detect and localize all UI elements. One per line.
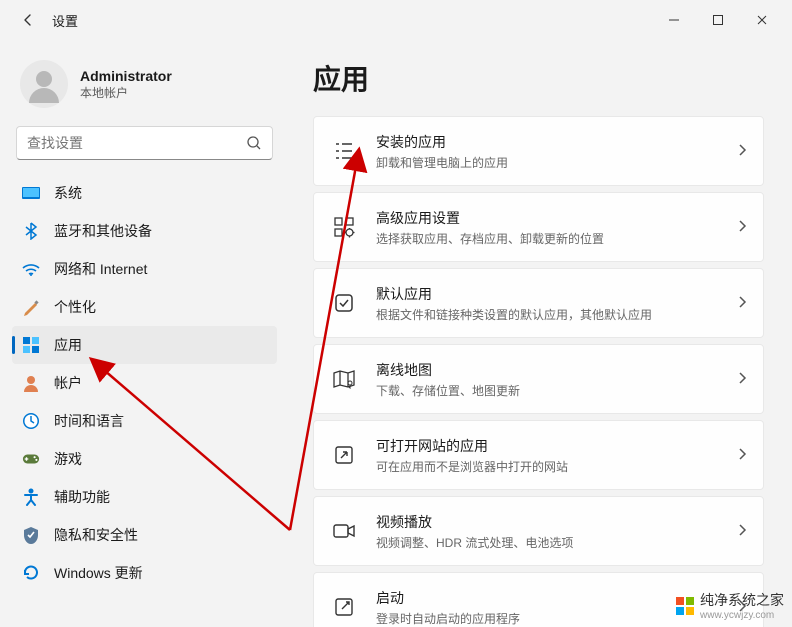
- window-controls: [652, 4, 784, 36]
- titlebar: 设置: [0, 0, 792, 40]
- sidebar-item-label: 蓝牙和其他设备: [54, 221, 152, 241]
- startup-icon: [330, 593, 358, 621]
- card-advanced[interactable]: 高级应用设置 选择获取应用、存档应用、卸载更新的位置: [313, 192, 764, 262]
- card-subtitle: 选择获取应用、存档应用、卸载更新的位置: [376, 230, 737, 247]
- chevron-right-icon: [737, 371, 747, 388]
- network-icon: [22, 260, 40, 278]
- chevron-right-icon: [737, 447, 747, 464]
- card-title: 视频播放: [376, 512, 737, 532]
- sidebar: Administrator 本地帐户 系统蓝牙和其他设备网络和 Internet…: [0, 40, 285, 627]
- sidebar-item-label: 时间和语言: [54, 411, 124, 431]
- time-icon: [22, 412, 40, 430]
- chevron-right-icon: [737, 523, 747, 540]
- maximize-button[interactable]: [696, 4, 740, 36]
- sidebar-item-system[interactable]: 系统: [12, 174, 277, 212]
- card-title: 默认应用: [376, 284, 737, 304]
- chevron-right-icon: [737, 143, 747, 160]
- apps-icon: [22, 336, 40, 354]
- sidebar-item-label: 游戏: [54, 449, 82, 469]
- sidebar-item-personalization[interactable]: 个性化: [12, 288, 277, 326]
- search-input[interactable]: [27, 135, 246, 151]
- chevron-right-icon: [737, 219, 747, 236]
- page-title: 应用: [313, 58, 764, 98]
- user-icon: [23, 63, 65, 105]
- sidebar-item-update[interactable]: Windows 更新: [12, 554, 277, 592]
- video-icon: [330, 517, 358, 545]
- card-subtitle: 下载、存储位置、地图更新: [376, 382, 737, 399]
- card-subtitle: 卸载和管理电脑上的应用: [376, 154, 737, 171]
- search-box[interactable]: [16, 126, 273, 160]
- arrow-left-icon: [20, 12, 36, 28]
- card-list: 安装的应用 卸载和管理电脑上的应用 高级应用设置 选择获取应用、存档应用、卸载更…: [313, 116, 764, 627]
- chevron-right-icon: [737, 295, 747, 312]
- nav-list: 系统蓝牙和其他设备网络和 Internet 个性化应用帐户时间和语言游戏辅助功能隐…: [12, 174, 277, 592]
- accounts-icon: [22, 374, 40, 392]
- gaming-icon: [22, 450, 40, 468]
- privacy-icon: [22, 526, 40, 544]
- window-title: 设置: [52, 11, 78, 30]
- sidebar-item-network[interactable]: 网络和 Internet: [12, 250, 277, 288]
- sidebar-item-gaming[interactable]: 游戏: [12, 440, 277, 478]
- minimize-icon: [668, 14, 680, 26]
- default-icon: [330, 289, 358, 317]
- system-icon: [22, 184, 40, 202]
- maximize-icon: [712, 14, 724, 26]
- card-subtitle: 可在应用而不是浏览器中打开的网站: [376, 458, 737, 475]
- update-icon: [22, 564, 40, 582]
- sidebar-item-label: 帐户: [54, 373, 82, 393]
- card-title: 高级应用设置: [376, 208, 737, 228]
- account-section[interactable]: Administrator 本地帐户: [12, 52, 277, 122]
- card-default[interactable]: 默认应用 根据文件和链接种类设置的默认应用，其他默认应用: [313, 268, 764, 338]
- card-installed[interactable]: 安装的应用 卸载和管理电脑上的应用: [313, 116, 764, 186]
- watermark-url: www.ycwjzy.com: [700, 610, 784, 621]
- account-name: Administrator: [80, 68, 172, 84]
- accessibility-icon: [22, 488, 40, 506]
- sidebar-item-label: 隐私和安全性: [54, 525, 138, 545]
- card-websites[interactable]: 可打开网站的应用 可在应用而不是浏览器中打开的网站: [313, 420, 764, 490]
- card-title: 可打开网站的应用: [376, 436, 737, 456]
- avatar: [20, 60, 68, 108]
- card-video[interactable]: 视频播放 视频调整、HDR 流式处理、电池选项: [313, 496, 764, 566]
- sidebar-item-label: 应用: [54, 335, 82, 355]
- installed-icon: [330, 137, 358, 165]
- sidebar-item-label: 辅助功能: [54, 487, 110, 507]
- card-title: 安装的应用: [376, 132, 737, 152]
- watermark: 纯净系统之家 www.ycwjzy.com: [676, 590, 784, 621]
- card-title: 离线地图: [376, 360, 737, 380]
- sidebar-item-privacy[interactable]: 隐私和安全性: [12, 516, 277, 554]
- sidebar-item-time[interactable]: 时间和语言: [12, 402, 277, 440]
- bluetooth-icon: [22, 222, 40, 240]
- close-icon: [756, 14, 768, 26]
- back-button[interactable]: [12, 4, 44, 36]
- sidebar-item-label: 网络和 Internet: [54, 259, 147, 279]
- sidebar-item-label: Windows 更新: [54, 563, 143, 583]
- sidebar-item-label: 系统: [54, 183, 82, 203]
- personalization-icon: [22, 298, 40, 316]
- watermark-text: 纯净系统之家: [700, 590, 784, 610]
- close-button[interactable]: [740, 4, 784, 36]
- sidebar-item-bluetooth[interactable]: 蓝牙和其他设备: [12, 212, 277, 250]
- sidebar-item-apps[interactable]: 应用: [12, 326, 277, 364]
- account-type: 本地帐户: [80, 84, 172, 101]
- minimize-button[interactable]: [652, 4, 696, 36]
- main-content: 应用 安装的应用 卸载和管理电脑上的应用 高级应用设置 选择获取应用、存档应用、…: [285, 40, 792, 627]
- sidebar-item-accounts[interactable]: 帐户: [12, 364, 277, 402]
- card-subtitle: 视频调整、HDR 流式处理、电池选项: [376, 534, 737, 551]
- sidebar-item-label: 个性化: [54, 297, 96, 317]
- maps-icon: [330, 365, 358, 393]
- websites-icon: [330, 441, 358, 469]
- card-subtitle: 根据文件和链接种类设置的默认应用，其他默认应用: [376, 306, 737, 323]
- sidebar-item-accessibility[interactable]: 辅助功能: [12, 478, 277, 516]
- search-icon: [246, 135, 262, 151]
- card-maps[interactable]: 离线地图 下载、存储位置、地图更新: [313, 344, 764, 414]
- advanced-icon: [330, 213, 358, 241]
- watermark-logo-icon: [676, 597, 694, 615]
